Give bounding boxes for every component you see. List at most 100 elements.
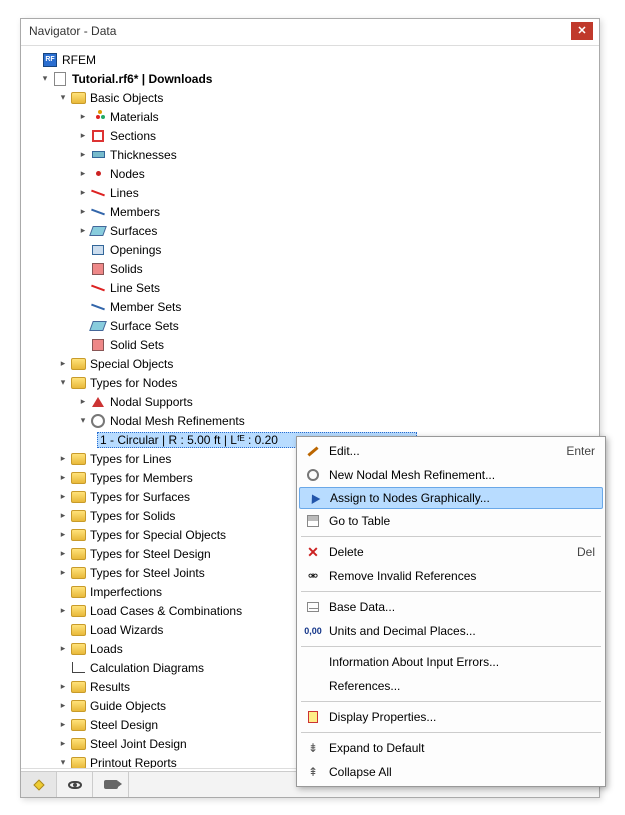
menu-separator — [301, 732, 601, 733]
folder-icon — [70, 527, 86, 543]
mesh-icon — [90, 413, 106, 429]
openings-node[interactable]: ▸Openings — [21, 240, 599, 259]
twisty-expanded-icon[interactable]: ▾ — [57, 92, 69, 104]
menu-base-data[interactable]: Base Data... — [299, 595, 603, 619]
delete-icon: ✕ — [303, 543, 323, 561]
menu-assign-graphically[interactable]: Assign to Nodes Graphically... — [299, 487, 603, 509]
folder-icon — [70, 451, 86, 467]
folder-icon — [70, 622, 86, 638]
twisty-collapsed-icon[interactable]: ▸ — [77, 187, 89, 199]
menu-collapse-all[interactable]: ⇞ Collapse All — [299, 760, 603, 784]
menu-expand-default[interactable]: ⇟ Expand to Default — [299, 736, 603, 760]
tab-data[interactable] — [21, 772, 57, 797]
table-icon — [303, 512, 323, 530]
project-label: Tutorial.rf6* | Downloads — [72, 72, 212, 86]
folder-icon — [70, 470, 86, 486]
menu-input-errors[interactable]: Information About Input Errors... — [299, 650, 603, 674]
surfacesets-icon — [90, 318, 106, 334]
twisty-collapsed-icon[interactable]: ▸ — [77, 149, 89, 161]
menu-separator — [301, 536, 601, 537]
special-objects-node[interactable]: ▸ Special Objects — [21, 354, 599, 373]
nodes-icon — [90, 166, 106, 182]
surfaces-node[interactable]: ▸Surfaces — [21, 221, 599, 240]
menu-units[interactable]: 0,00 Units and Decimal Places... — [299, 619, 603, 643]
folder-icon — [70, 356, 86, 372]
camera-icon — [104, 780, 118, 789]
project-node[interactable]: ▾ Tutorial.rf6* | Downloads — [21, 69, 599, 88]
nodal-supports-node[interactable]: ▸ Nodal Supports — [21, 392, 599, 411]
twisty-collapsed-icon[interactable]: ▸ — [77, 206, 89, 218]
menu-separator — [301, 646, 601, 647]
twisty-collapsed-icon[interactable]: ▸ — [57, 358, 69, 370]
basic-objects-node[interactable]: ▾ Basic Objects — [21, 88, 599, 107]
menu-separator — [301, 701, 601, 702]
twisty-collapsed-icon[interactable]: ▸ — [77, 130, 89, 142]
twisty-expanded-icon[interactable]: ▾ — [77, 415, 89, 427]
materials-icon — [90, 109, 106, 125]
twisty-expanded-icon[interactable]: ▾ — [39, 73, 51, 85]
twisty-collapsed-icon[interactable]: ▸ — [77, 225, 89, 237]
root-rfem[interactable]: ▶ RF RFEM — [21, 50, 599, 69]
cursor-icon — [304, 489, 324, 507]
sections-node[interactable]: ▸Sections — [21, 126, 599, 145]
membersets-node[interactable]: ▸Member Sets — [21, 297, 599, 316]
twisty-expanded-icon[interactable]: ▾ — [57, 377, 69, 389]
openings-icon — [90, 242, 106, 258]
folder-icon — [70, 508, 86, 524]
membersets-icon — [90, 299, 106, 315]
solidsets-node[interactable]: ▸Solid Sets — [21, 335, 599, 354]
folder-icon — [70, 717, 86, 733]
context-menu: Edit... Enter New Nodal Mesh Refinement.… — [296, 436, 606, 787]
menu-goto-table[interactable]: Go to Table — [299, 509, 603, 533]
lines-icon — [90, 185, 106, 201]
folder-icon — [70, 755, 86, 770]
folder-icon — [70, 584, 86, 600]
materials-node[interactable]: ▸Materials — [21, 107, 599, 126]
root-label: RFEM — [62, 53, 96, 67]
chart-icon — [70, 660, 86, 676]
lines-node[interactable]: ▸Lines — [21, 183, 599, 202]
folder-icon — [70, 679, 86, 695]
solidsets-icon — [90, 337, 106, 353]
twisty-collapsed-icon[interactable]: ▸ — [77, 396, 89, 408]
twisty-collapsed-icon[interactable]: ▸ — [77, 168, 89, 180]
solids-icon — [90, 261, 106, 277]
collapse-icon: ⇞ — [303, 763, 323, 781]
menu-references[interactable]: References... — [299, 674, 603, 698]
types-for-nodes[interactable]: ▾ Types for Nodes — [21, 373, 599, 392]
remove-refs-icon: ⚮ — [303, 567, 323, 585]
pin-icon — [33, 779, 44, 790]
thicknesses-icon — [90, 147, 106, 163]
units-icon: 0,00 — [303, 622, 323, 640]
folder-icon — [70, 603, 86, 619]
menu-new[interactable]: New Nodal Mesh Refinement... — [299, 463, 603, 487]
solids-node[interactable]: ▸Solids — [21, 259, 599, 278]
eye-icon — [68, 781, 82, 789]
linesets-icon — [90, 280, 106, 296]
folder-icon — [70, 375, 86, 391]
thicknesses-node[interactable]: ▸Thicknesses — [21, 145, 599, 164]
folder-icon — [70, 565, 86, 581]
twisty-collapsed-icon[interactable]: ▸ — [77, 111, 89, 123]
twisty-expanded-icon[interactable]: ▾ — [57, 757, 69, 769]
support-icon — [90, 394, 106, 410]
surfacesets-node[interactable]: ▸Surface Sets — [21, 316, 599, 335]
tab-display[interactable] — [57, 772, 93, 797]
menu-remove-invalid[interactable]: ⚮ Remove Invalid References — [299, 564, 603, 588]
folder-icon — [70, 546, 86, 562]
surfaces-icon — [90, 223, 106, 239]
members-node[interactable]: ▸Members — [21, 202, 599, 221]
basic-objects-label: Basic Objects — [90, 91, 163, 105]
menu-display-props[interactable]: Display Properties... — [299, 705, 603, 729]
close-button[interactable]: ✕ — [571, 22, 593, 40]
tab-views[interactable] — [93, 772, 129, 797]
menu-edit[interactable]: Edit... Enter — [299, 439, 603, 463]
data-icon — [303, 598, 323, 616]
menu-delete[interactable]: ✕ Delete Del — [299, 540, 603, 564]
rfem-icon: RF — [42, 52, 58, 68]
nodal-mesh-node[interactable]: ▾ Nodal Mesh Refinements — [21, 411, 599, 430]
nodes-node[interactable]: ▸Nodes — [21, 164, 599, 183]
folder-icon — [70, 489, 86, 505]
linesets-node[interactable]: ▸Line Sets — [21, 278, 599, 297]
sections-icon — [90, 128, 106, 144]
